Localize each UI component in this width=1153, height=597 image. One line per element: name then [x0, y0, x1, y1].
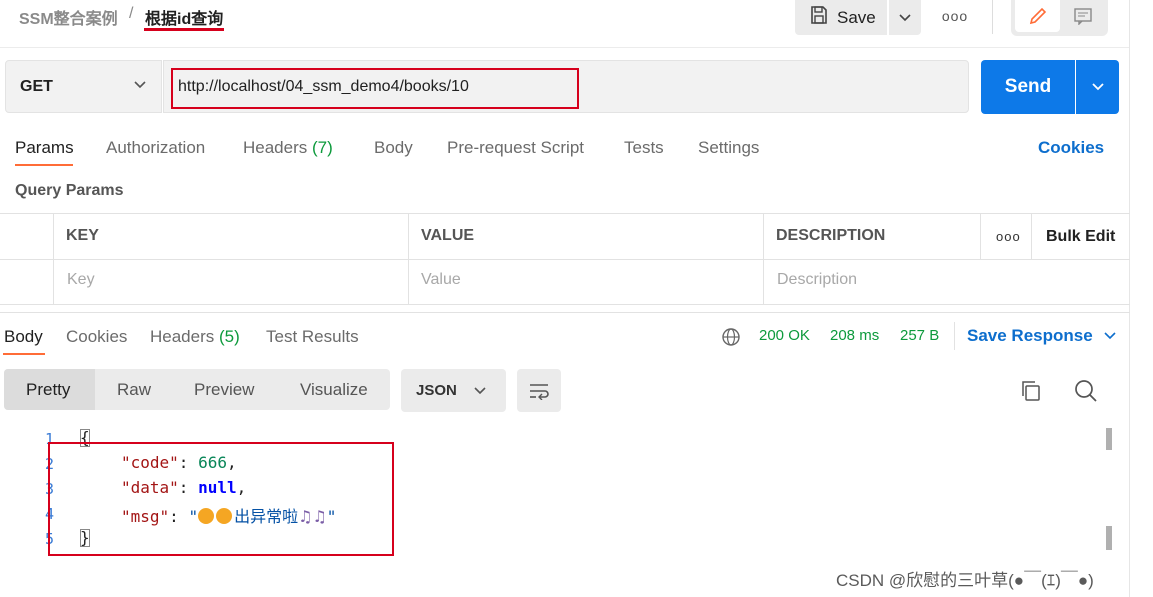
- tab-body[interactable]: Body: [374, 138, 413, 158]
- response-tab-test-results[interactable]: Test Results: [266, 327, 359, 347]
- description-input[interactable]: Description: [777, 271, 857, 289]
- bulk-edit-button[interactable]: Bulk Edit: [1046, 228, 1115, 246]
- chevron-down-icon: [1091, 83, 1104, 91]
- breadcrumb-separator: /: [129, 5, 134, 22]
- method-label: GET: [20, 77, 53, 95]
- table-border: [763, 213, 764, 304]
- active-tab-indicator: [15, 164, 73, 166]
- copy-icon[interactable]: [1019, 379, 1043, 403]
- tab-authorization[interactable]: Authorization: [106, 138, 205, 158]
- cookies-link[interactable]: Cookies: [1038, 138, 1104, 158]
- save-icon: [809, 5, 829, 30]
- headers-count: (7): [312, 138, 333, 157]
- tab-pre-request-script[interactable]: Pre-request Script: [447, 138, 584, 158]
- save-response-button[interactable]: Save Response: [967, 326, 1117, 346]
- send-options-button[interactable]: [1076, 60, 1119, 114]
- tab-settings[interactable]: Settings: [698, 138, 759, 158]
- response-highlight-annotation: [48, 442, 394, 556]
- format-label: JSON: [416, 382, 457, 399]
- request-name[interactable]: 根据id查询: [145, 5, 223, 29]
- header-divider: [0, 47, 1130, 48]
- url-highlight-annotation: [171, 68, 579, 109]
- column-header-value: VALUE: [421, 227, 475, 244]
- response-tab-body[interactable]: Body: [4, 327, 43, 347]
- edit-mode-button[interactable]: [1015, 0, 1060, 32]
- status-divider: [954, 322, 955, 350]
- table-border: [980, 213, 981, 259]
- globe-icon[interactable]: [721, 327, 741, 352]
- request-name-underline-annotation: [144, 28, 224, 31]
- format-select[interactable]: JSON: [401, 369, 506, 412]
- pencil-icon: [1029, 7, 1046, 25]
- column-header-description: DESCRIPTION: [776, 227, 886, 244]
- watermark: CSDN @欣慰的三叶草(●￣(ｴ)￣●): [836, 571, 1094, 590]
- documentation-mode-button[interactable]: [1062, 0, 1104, 32]
- scrollbar-marker[interactable]: [1106, 428, 1112, 450]
- table-border: [53, 213, 54, 304]
- table-border: [0, 213, 1130, 214]
- chevron-down-icon: [1104, 332, 1116, 340]
- response-divider: [0, 312, 1130, 313]
- value-input[interactable]: Value: [421, 271, 461, 289]
- status-code[interactable]: 200 OK: [759, 327, 810, 344]
- wrap-lines-button[interactable]: [517, 369, 561, 412]
- scrollbar-marker[interactable]: [1106, 526, 1112, 550]
- view-mode-raw[interactable]: Raw: [117, 380, 151, 400]
- response-time[interactable]: 208 ms: [830, 327, 879, 344]
- view-mode-preview[interactable]: Preview: [194, 380, 254, 400]
- tab-tests[interactable]: Tests: [624, 138, 664, 158]
- more-options-button[interactable]: ooo: [938, 4, 972, 28]
- response-tab-headers[interactable]: Headers (5): [150, 327, 240, 347]
- view-mode-visualize[interactable]: Visualize: [300, 380, 368, 400]
- table-border: [1031, 213, 1032, 259]
- query-params-title: Query Params: [15, 182, 124, 199]
- table-border: [0, 304, 1130, 305]
- save-button[interactable]: Save: [795, 0, 887, 35]
- breadcrumb-parent[interactable]: SSM整合案例: [19, 5, 118, 29]
- table-border: [408, 213, 409, 304]
- send-button[interactable]: Send: [981, 60, 1075, 114]
- response-tab-cookies[interactable]: Cookies: [66, 327, 127, 347]
- column-header-key: KEY: [66, 227, 99, 244]
- save-options-button[interactable]: [889, 0, 921, 35]
- chevron-down-icon: [134, 81, 146, 89]
- toolbar-divider: [992, 0, 993, 34]
- key-input[interactable]: Key: [67, 271, 95, 289]
- active-response-tab-indicator: [3, 353, 45, 355]
- column-options-button[interactable]: ooo: [996, 229, 1021, 244]
- table-border: [0, 259, 1130, 260]
- response-size[interactable]: 257 B: [900, 327, 939, 344]
- comment-icon: [1074, 8, 1092, 25]
- panel-border: [1129, 0, 1130, 597]
- tab-params[interactable]: Params: [15, 138, 74, 158]
- response-headers-count: (5): [219, 327, 240, 346]
- tab-headers[interactable]: Headers (7): [243, 138, 333, 158]
- chevron-down-icon: [474, 386, 486, 394]
- view-mode-pretty[interactable]: Pretty: [26, 380, 70, 400]
- search-icon[interactable]: [1073, 378, 1099, 404]
- save-label: Save: [837, 7, 876, 27]
- chevron-down-icon: [899, 13, 911, 21]
- wrap-icon: [530, 383, 549, 400]
- method-select[interactable]: GET: [5, 60, 162, 113]
